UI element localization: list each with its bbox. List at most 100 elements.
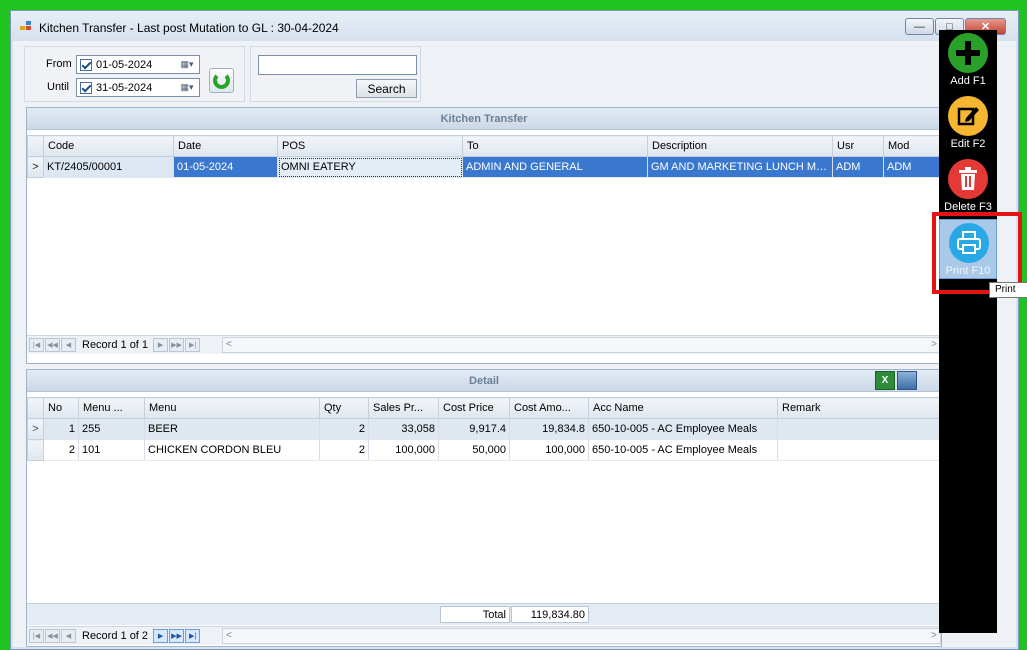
until-date-picker[interactable]: 31-05-2024 ▦▾ bbox=[76, 78, 200, 97]
title-bar: Kitchen Transfer - Last post Mutation to… bbox=[11, 11, 1018, 41]
column-header-qty[interactable]: Qty bbox=[319, 397, 369, 419]
cell-sales-price[interactable]: 100,000 bbox=[368, 439, 439, 461]
cell-menu[interactable]: BEER bbox=[144, 418, 320, 440]
next-record-button[interactable]: ▶ bbox=[153, 629, 169, 643]
horizontal-scrollbar[interactable]: < > bbox=[222, 628, 941, 644]
prev-record-button[interactable]: ◀ bbox=[61, 338, 76, 352]
column-header-pos[interactable]: POS bbox=[277, 135, 463, 157]
cell-to[interactable]: ADMIN AND GENERAL bbox=[462, 156, 648, 178]
column-header-date[interactable]: Date bbox=[173, 135, 278, 157]
cell-qty[interactable]: 2 bbox=[319, 439, 369, 461]
horizontal-scrollbar[interactable]: < > bbox=[222, 337, 941, 353]
kitchen-transfer-grid[interactable]: Code Date POS To Description Usr Mod > K… bbox=[27, 135, 942, 178]
delete-icon bbox=[948, 159, 988, 199]
cell-cost-amount[interactable]: 100,000 bbox=[509, 439, 589, 461]
table-row[interactable]: 2 101 CHICKEN CORDON BLEU 2 100,000 50,0… bbox=[27, 439, 942, 461]
until-date-value: 31-05-2024 bbox=[96, 81, 153, 94]
column-header-cost-amount[interactable]: Cost Amo... bbox=[509, 397, 589, 419]
column-header-no[interactable]: No bbox=[43, 397, 79, 419]
row-indicator[interactable]: > bbox=[27, 156, 44, 178]
scroll-right-icon[interactable]: > bbox=[931, 630, 937, 641]
first-record-button[interactable]: |◀ bbox=[29, 629, 44, 643]
calendar-dropdown-icon[interactable]: ▦▾ bbox=[175, 80, 199, 95]
excel-export-icon[interactable]: X bbox=[875, 371, 895, 390]
prev-page-button[interactable]: ◀◀ bbox=[45, 338, 60, 352]
scroll-right-icon[interactable]: > bbox=[931, 339, 937, 350]
detail-grid[interactable]: No Menu ... Menu Qty Sales Pr... Cost Pr… bbox=[27, 397, 942, 461]
next-record-button[interactable]: ▶ bbox=[153, 338, 169, 352]
prev-page-button[interactable]: ◀◀ bbox=[45, 629, 60, 643]
column-header-acc-name[interactable]: Acc Name bbox=[588, 397, 778, 419]
cell-qty[interactable]: 2 bbox=[319, 418, 369, 440]
cell-code[interactable]: KT/2405/00001 bbox=[43, 156, 174, 178]
add-button[interactable]: Add F1 bbox=[939, 30, 997, 90]
next-page-button[interactable]: ▶▶ bbox=[169, 629, 185, 643]
cell-menu[interactable]: CHICKEN CORDON BLEU bbox=[144, 439, 320, 461]
app-icon bbox=[20, 21, 32, 31]
from-date-checkbox[interactable] bbox=[80, 58, 92, 71]
column-header-description[interactable]: Description bbox=[647, 135, 833, 157]
cell-menu-code[interactable]: 255 bbox=[78, 418, 145, 440]
until-date-checkbox[interactable] bbox=[80, 81, 92, 94]
next-page-button[interactable]: ▶▶ bbox=[169, 338, 185, 352]
column-header-cost-price[interactable]: Cost Price bbox=[438, 397, 510, 419]
scroll-left-icon[interactable]: < bbox=[226, 339, 232, 350]
cell-acc-name[interactable]: 650-10-005 - AC Employee Meals bbox=[588, 439, 778, 461]
column-header-sales-price[interactable]: Sales Pr... bbox=[368, 397, 439, 419]
print-preview-icon[interactable] bbox=[897, 371, 917, 390]
column-header-menu-code[interactable]: Menu ... bbox=[78, 397, 145, 419]
cell-no[interactable]: 2 bbox=[43, 439, 79, 461]
minimize-button[interactable]: — bbox=[905, 18, 934, 35]
record-counter: Record 1 of 1 bbox=[82, 339, 149, 351]
edit-button[interactable]: Edit F2 bbox=[939, 93, 997, 153]
first-record-button[interactable]: |◀ bbox=[29, 338, 44, 352]
detail-panel: Detail X No Menu ... Menu Qty Sales Pr..… bbox=[26, 369, 942, 647]
record-counter: Record 1 of 2 bbox=[82, 630, 149, 642]
cell-usr[interactable]: ADM bbox=[832, 156, 884, 178]
detail-header: Detail X bbox=[27, 370, 941, 392]
column-header-to[interactable]: To bbox=[462, 135, 648, 157]
last-record-button[interactable]: ▶| bbox=[185, 629, 201, 643]
detail-total-row: Total 119,834.80 bbox=[27, 603, 941, 625]
column-header-usr[interactable]: Usr bbox=[832, 135, 884, 157]
search-input[interactable] bbox=[258, 55, 417, 75]
search-button[interactable]: Search bbox=[356, 79, 417, 98]
window-title: Kitchen Transfer - Last post Mutation to… bbox=[39, 21, 339, 35]
add-icon bbox=[948, 33, 988, 73]
calendar-dropdown-icon[interactable]: ▦▾ bbox=[175, 57, 199, 72]
prev-record-button[interactable]: ◀ bbox=[61, 629, 76, 643]
scroll-left-icon[interactable]: < bbox=[226, 630, 232, 641]
cell-acc-name[interactable]: 650-10-005 - AC Employee Meals bbox=[588, 418, 778, 440]
cell-remark[interactable] bbox=[777, 439, 942, 461]
column-header-mod[interactable]: Mod bbox=[883, 135, 942, 157]
column-header-remark[interactable]: Remark bbox=[777, 397, 942, 419]
column-header-code[interactable]: Code bbox=[43, 135, 174, 157]
cell-mod[interactable]: ADM bbox=[883, 156, 942, 178]
cell-no[interactable]: 1 bbox=[43, 418, 79, 440]
delete-button[interactable]: Delete F3 bbox=[939, 156, 997, 216]
cell-cost-amount[interactable]: 19,834.8 bbox=[509, 418, 589, 440]
refresh-icon bbox=[213, 72, 230, 89]
cell-cost-price[interactable]: 9,917.4 bbox=[438, 418, 510, 440]
cell-description[interactable]: GM AND MARKETING LUNCH MEETING bbox=[647, 156, 833, 178]
add-label: Add F1 bbox=[950, 75, 986, 87]
print-tooltip: Print F10 bbox=[989, 282, 1027, 298]
cell-remark[interactable] bbox=[777, 418, 942, 440]
table-row[interactable]: > 1 255 BEER 2 33,058 9,917.4 19,834.8 6… bbox=[27, 418, 942, 440]
refresh-button[interactable] bbox=[209, 68, 234, 93]
last-record-button[interactable]: ▶| bbox=[185, 338, 201, 352]
cell-date[interactable]: 01-05-2024 bbox=[173, 156, 278, 178]
from-label: From bbox=[46, 58, 72, 70]
column-header-menu[interactable]: Menu bbox=[144, 397, 320, 419]
kitchen-transfer-panel: Kitchen Transfer Code Date POS To Descri… bbox=[26, 107, 942, 364]
cell-cost-price[interactable]: 50,000 bbox=[438, 439, 510, 461]
table-row[interactable]: > KT/2405/00001 01-05-2024 OMNI EATERY A… bbox=[27, 156, 942, 178]
cell-menu-code[interactable]: 101 bbox=[78, 439, 145, 461]
from-date-picker[interactable]: 01-05-2024 ▦▾ bbox=[76, 55, 200, 74]
kitchen-transfer-window: Kitchen Transfer - Last post Mutation to… bbox=[10, 10, 1019, 650]
row-indicator[interactable] bbox=[27, 439, 44, 461]
row-indicator[interactable]: > bbox=[27, 418, 44, 440]
cell-sales-price[interactable]: 33,058 bbox=[368, 418, 439, 440]
cell-pos[interactable]: OMNI EATERY bbox=[277, 156, 463, 178]
search-group: Search bbox=[250, 46, 421, 102]
